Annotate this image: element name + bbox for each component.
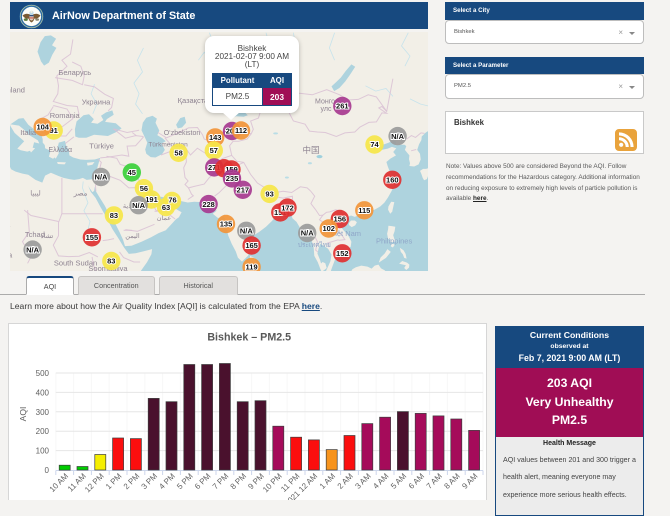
svg-text:172: 172 — [281, 203, 294, 212]
svg-text:улс: улс — [321, 106, 332, 113]
svg-text:235: 235 — [226, 174, 239, 183]
svg-text:102: 102 — [322, 224, 335, 233]
svg-text:93: 93 — [265, 190, 273, 199]
svg-text:Украина: Украина — [82, 98, 111, 107]
svg-text:58: 58 — [174, 149, 182, 158]
svg-text:112: 112 — [235, 126, 247, 135]
svg-text:115: 115 — [358, 206, 370, 215]
svg-text:261: 261 — [336, 102, 349, 111]
svg-text:7 PM: 7 PM — [211, 471, 231, 491]
svg-text:1 PM: 1 PM — [104, 471, 124, 491]
svg-text:3 PM: 3 PM — [140, 471, 160, 491]
svg-text:0: 0 — [45, 466, 50, 475]
svg-text:N/A: N/A — [132, 201, 146, 210]
svg-text:63: 63 — [162, 203, 170, 212]
svg-text:74: 74 — [370, 140, 379, 149]
svg-text:300: 300 — [36, 408, 50, 417]
svg-text:7 AM: 7 AM — [425, 471, 444, 490]
svg-text:10 PM: 10 PM — [261, 471, 284, 494]
svg-text:N/A: N/A — [391, 132, 405, 141]
svg-text:9 AM: 9 AM — [460, 471, 479, 490]
svg-text:100: 100 — [36, 447, 50, 456]
svg-text:6 AM: 6 AM — [407, 471, 426, 490]
svg-text:155: 155 — [86, 233, 99, 242]
svg-text:4 PM: 4 PM — [157, 471, 177, 491]
svg-text:Bishkek – PM2.5: Bishkek – PM2.5 — [207, 332, 291, 344]
svg-text:45: 45 — [128, 168, 136, 177]
svg-text:N/A: N/A — [95, 173, 109, 182]
svg-text:6 PM: 6 PM — [193, 471, 213, 491]
svg-text:135: 135 — [220, 220, 233, 229]
svg-text:5 PM: 5 PM — [175, 471, 195, 491]
svg-text:5 AM: 5 AM — [389, 471, 408, 490]
svg-text:400: 400 — [36, 388, 50, 397]
svg-text:N/A: N/A — [301, 229, 315, 238]
svg-text:83: 83 — [110, 211, 118, 220]
svg-text:Romania: Romania — [50, 111, 81, 120]
svg-text:Ελλάδα: Ελλάδα — [49, 146, 73, 154]
svg-text:O‘zbekiston: O‘zbekiston — [164, 130, 201, 137]
svg-text:2 PM: 2 PM — [122, 471, 142, 491]
svg-text:143: 143 — [209, 133, 222, 142]
svg-text:119: 119 — [246, 263, 258, 271]
svg-text:2 AM: 2 AM — [336, 471, 355, 490]
svg-text:165: 165 — [245, 241, 258, 250]
svg-text:ليبيا: ليبيا — [30, 190, 41, 198]
svg-text:اليمن: اليمن — [125, 232, 140, 240]
svg-text:57: 57 — [210, 146, 218, 155]
svg-text:Беларусь: Беларусь — [58, 68, 91, 77]
svg-text:152: 152 — [336, 249, 349, 258]
svg-text:83: 83 — [107, 257, 115, 266]
svg-text:中国: 中国 — [302, 145, 319, 155]
svg-text:8 AM: 8 AM — [442, 471, 461, 490]
svg-text:tschland: tschland — [10, 86, 25, 95]
svg-text:12 PM: 12 PM — [83, 471, 106, 494]
svg-text:1 AM: 1 AM — [318, 471, 337, 490]
svg-text:ประเทศไทย: ประเทศไทย — [298, 241, 331, 249]
svg-text:200: 200 — [36, 427, 50, 436]
svg-text:3 AM: 3 AM — [353, 471, 372, 490]
svg-text:217: 217 — [237, 186, 250, 195]
svg-text:4 AM: 4 AM — [371, 471, 390, 490]
svg-text:500: 500 — [36, 369, 50, 378]
svg-text:N/A: N/A — [240, 227, 254, 236]
svg-text:228: 228 — [202, 200, 215, 209]
svg-text:تشاد: تشاد — [41, 232, 54, 240]
svg-text:مصر: مصر — [73, 191, 88, 198]
svg-text:AQI: AQI — [18, 407, 28, 422]
svg-text:10 AM: 10 AM — [48, 471, 71, 494]
svg-text:8 PM: 8 PM — [229, 471, 249, 491]
svg-text:Philippines: Philippines — [376, 237, 413, 246]
svg-text:56: 56 — [140, 184, 148, 193]
svg-text:104: 104 — [36, 123, 49, 132]
svg-text:160: 160 — [386, 176, 399, 185]
svg-text:Türkiye: Türkiye — [89, 142, 114, 151]
svg-text:N/A: N/A — [26, 245, 40, 254]
